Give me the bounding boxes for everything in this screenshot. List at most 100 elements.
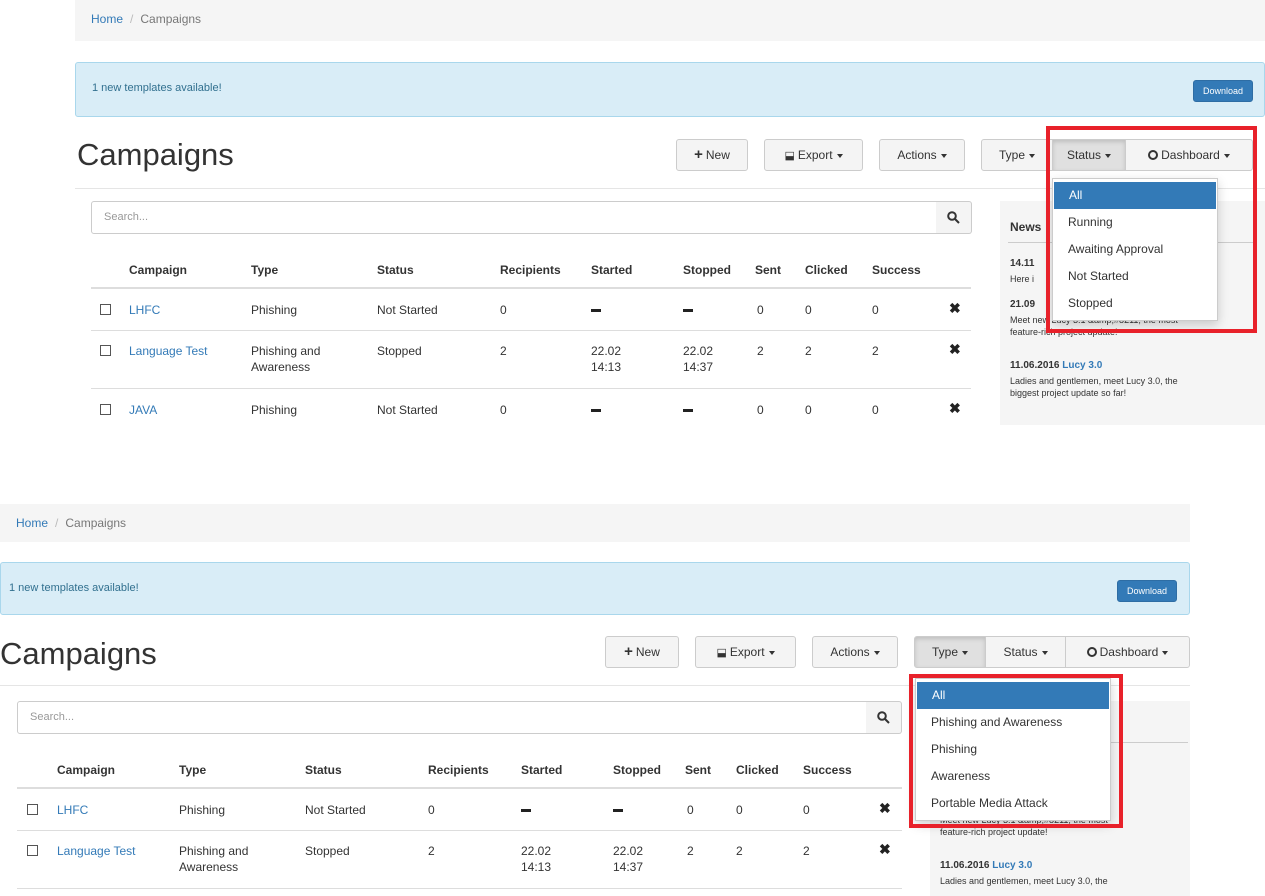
column-header-started[interactable]: Started <box>591 263 632 277</box>
status-filter-button[interactable]: Status <box>985 636 1066 668</box>
news-text: Ladies and gentlemen, meet Lucy 3.0, the… <box>1010 375 1260 399</box>
row-checkbox[interactable] <box>100 304 111 315</box>
search-button[interactable] <box>936 201 972 234</box>
download-button[interactable]: Download <box>1192 80 1253 102</box>
campaign-stopped: 22.02 14:37 <box>613 843 643 875</box>
empty-stopped-dash <box>613 809 623 812</box>
campaign-type-line1: Phishing and <box>251 344 321 358</box>
delete-icon[interactable]: ✖ <box>949 300 961 317</box>
delete-icon[interactable]: ✖ <box>879 800 891 817</box>
news-date: 11.06.2016 Lucy 3.0 <box>1010 360 1102 371</box>
campaign-success: 2 <box>872 344 879 358</box>
actions-button[interactable]: Actions <box>812 636 898 668</box>
export-icon: ⬓ <box>716 647 727 659</box>
type-filter-button[interactable]: Type <box>914 636 986 668</box>
campaign-type: Phishing and Awareness <box>179 843 248 875</box>
export-button[interactable]: ⬓ Export <box>695 636 796 668</box>
dashboard-button[interactable]: Dashboard <box>1065 636 1190 668</box>
type-filter-label: Type <box>998 148 1025 162</box>
new-button[interactable]: + New <box>676 139 748 171</box>
templates-alert: 1 new templates available! Download <box>75 62 1265 117</box>
row-checkbox[interactable] <box>100 404 111 415</box>
campaign-started: 22.02 14:13 <box>591 343 621 375</box>
breadcrumb: Home / Campaigns <box>0 504 1190 542</box>
actions-button[interactable]: Actions <box>879 139 965 171</box>
campaign-link[interactable]: LHFC <box>129 302 160 318</box>
column-header-recipients[interactable]: Recipients <box>500 263 561 277</box>
campaign-link[interactable]: Language Test <box>57 843 136 859</box>
column-header-campaign[interactable]: Campaign <box>129 263 187 277</box>
campaign-clicked: 2 <box>805 344 812 358</box>
type-filter-button[interactable]: Type <box>981 139 1053 171</box>
column-header-success[interactable]: Success <box>803 763 852 777</box>
campaign-type: Phishing <box>251 303 298 317</box>
column-header-type[interactable]: Type <box>179 763 206 777</box>
stopped-date: 22.02 <box>683 344 714 358</box>
campaign-success: 2 <box>803 844 810 858</box>
column-header-started[interactable]: Started <box>521 763 562 777</box>
campaign-link[interactable]: Language Test <box>129 343 208 359</box>
campaign-recipients: 2 <box>500 344 507 358</box>
export-button[interactable]: ⬓ Export <box>764 139 863 171</box>
column-header-clicked[interactable]: Clicked <box>805 263 848 277</box>
empty-stopped-dash <box>683 409 693 412</box>
download-button[interactable]: Download <box>1116 580 1177 602</box>
campaign-sent: 0 <box>757 403 764 417</box>
breadcrumb-home-link[interactable]: Home <box>91 12 123 26</box>
campaign-type-line2: Awareness <box>251 360 311 374</box>
bottom-screenshot-panel: Home / Campaigns 1 new templates available… <box>0 504 1190 896</box>
column-header-success[interactable]: Success <box>872 263 921 277</box>
news-link[interactable]: Lucy 3.0 <box>1062 360 1102 371</box>
templates-alert: 1 new templates available! Download <box>0 562 1190 615</box>
new-button[interactable]: + New <box>605 636 679 668</box>
row-checkbox[interactable] <box>27 804 38 815</box>
campaign-link[interactable]: LHFC <box>57 802 88 818</box>
column-header-status[interactable]: Status <box>377 263 414 277</box>
row-checkbox[interactable] <box>27 845 38 856</box>
search-button[interactable] <box>866 701 902 734</box>
chevron-down-icon <box>768 650 775 655</box>
row-checkbox[interactable] <box>100 345 111 356</box>
campaign-type-line2: Awareness <box>179 860 239 874</box>
dashboard-button-label: Dashboard <box>1099 645 1159 659</box>
breadcrumb-home-link[interactable]: Home <box>16 516 48 530</box>
column-header-recipients[interactable]: Recipients <box>428 763 489 777</box>
campaign-link[interactable]: JAVA <box>129 402 157 418</box>
plus-icon: + <box>694 146 703 163</box>
column-header-sent[interactable]: Sent <box>755 263 781 277</box>
news-text: Ladies and gentlemen, meet Lucy 3.0, the <box>940 875 1190 887</box>
column-header-status[interactable]: Status <box>305 763 342 777</box>
chevron-down-icon <box>836 153 843 158</box>
news-date: 21.09 <box>1010 299 1036 310</box>
campaign-recipients: 0 <box>500 403 507 417</box>
breadcrumb-separator: / <box>55 516 59 530</box>
news-date-value: 11.06.2016 <box>940 860 990 871</box>
search-input[interactable]: Search... <box>17 701 867 734</box>
column-header-type[interactable]: Type <box>251 263 278 277</box>
campaign-sent: 0 <box>687 803 694 817</box>
actions-button-label: Actions <box>897 148 937 162</box>
delete-icon[interactable]: ✖ <box>949 341 961 358</box>
campaign-sent: 2 <box>687 844 694 858</box>
campaign-success: 0 <box>872 303 879 317</box>
column-header-campaign[interactable]: Campaign <box>57 763 115 777</box>
empty-stopped-dash <box>683 309 693 312</box>
delete-icon[interactable]: ✖ <box>949 400 961 417</box>
highlight-box <box>1046 126 1257 333</box>
started-date: 22.02 <box>521 844 552 858</box>
empty-started-dash <box>591 409 601 412</box>
breadcrumb: Home / Campaigns <box>75 0 1265 41</box>
column-header-clicked[interactable]: Clicked <box>736 763 779 777</box>
chevron-down-icon <box>873 650 880 655</box>
column-header-stopped[interactable]: Stopped <box>613 763 661 777</box>
campaign-recipients: 2 <box>428 844 435 858</box>
column-header-stopped[interactable]: Stopped <box>683 263 731 277</box>
column-header-sent[interactable]: Sent <box>685 763 711 777</box>
news-text-line1: Ladies and gentlemen, meet Lucy 3.0, the <box>940 876 1108 886</box>
search-input[interactable]: Search... <box>91 201 937 234</box>
started-time: 14:13 <box>591 360 622 374</box>
delete-icon[interactable]: ✖ <box>879 841 891 858</box>
highlight-box <box>909 674 1123 828</box>
news-link[interactable]: Lucy 3.0 <box>992 860 1032 871</box>
search-icon <box>947 211 960 224</box>
